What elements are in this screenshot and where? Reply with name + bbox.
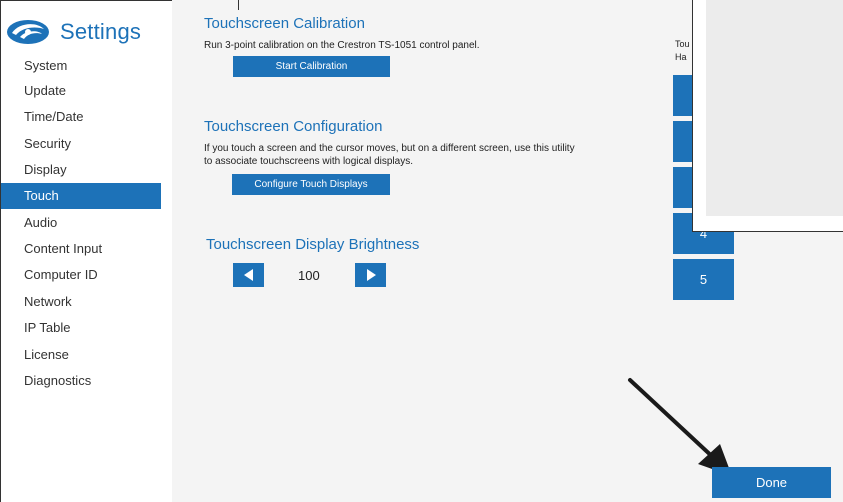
brightness-increase-button[interactable] bbox=[355, 263, 386, 287]
pointer-arrow-icon bbox=[628, 378, 732, 476]
sidebar-item-content-input[interactable]: Content Input bbox=[1, 236, 161, 262]
brightness-decrease-button[interactable] bbox=[233, 263, 264, 287]
right-panel-text-1: Tou bbox=[675, 39, 690, 49]
sidebar: Settings System Update Time/Date Securit… bbox=[1, 1, 171, 502]
overlay-window-content bbox=[706, 0, 843, 216]
sidebar-item-touch[interactable]: Touch bbox=[1, 183, 161, 209]
sidebar-item-audio[interactable]: Audio bbox=[1, 210, 161, 236]
sidebar-item-security[interactable]: Security bbox=[1, 131, 161, 157]
start-calibration-button[interactable]: Start Calibration bbox=[233, 56, 390, 77]
brightness-title: Touchscreen Display Brightness bbox=[206, 236, 420, 253]
app-title: Settings bbox=[60, 19, 142, 44]
configure-touch-displays-button[interactable]: Configure Touch Displays bbox=[232, 174, 390, 195]
frame-divider bbox=[238, 0, 239, 10]
sidebar-item-license[interactable]: License bbox=[1, 342, 161, 368]
calibration-title: Touchscreen Calibration bbox=[204, 15, 365, 32]
configuration-description: If you touch a screen and the cursor mov… bbox=[204, 143, 575, 167]
brand: Settings bbox=[6, 15, 141, 49]
sidebar-item-display[interactable]: Display bbox=[1, 157, 161, 183]
calibration-description: Run 3-point calibration on the Crestron … bbox=[204, 40, 480, 51]
sidebar-item-network[interactable]: Network bbox=[1, 289, 161, 315]
sidebar-item-diagnostics[interactable]: Diagnostics bbox=[1, 368, 161, 394]
configuration-title: Touchscreen Configuration bbox=[204, 118, 383, 135]
display-button-5[interactable]: 5 bbox=[673, 259, 734, 300]
done-button[interactable]: Done bbox=[712, 467, 831, 498]
sidebar-item-system[interactable]: System bbox=[1, 53, 161, 79]
right-panel-text-2: Ha bbox=[675, 52, 687, 62]
sidebar-item-time-date[interactable]: Time/Date bbox=[1, 104, 161, 130]
arrow-right-icon bbox=[366, 269, 376, 281]
sidebar-item-computer-id[interactable]: Computer ID bbox=[1, 262, 161, 288]
sidebar-item-ip-table[interactable]: IP Table bbox=[1, 315, 161, 341]
sidebar-item-update[interactable]: Update bbox=[1, 78, 161, 104]
arrow-left-icon bbox=[243, 269, 253, 281]
crestron-logo-icon bbox=[7, 20, 49, 44]
brightness-value: 100 bbox=[298, 268, 320, 283]
